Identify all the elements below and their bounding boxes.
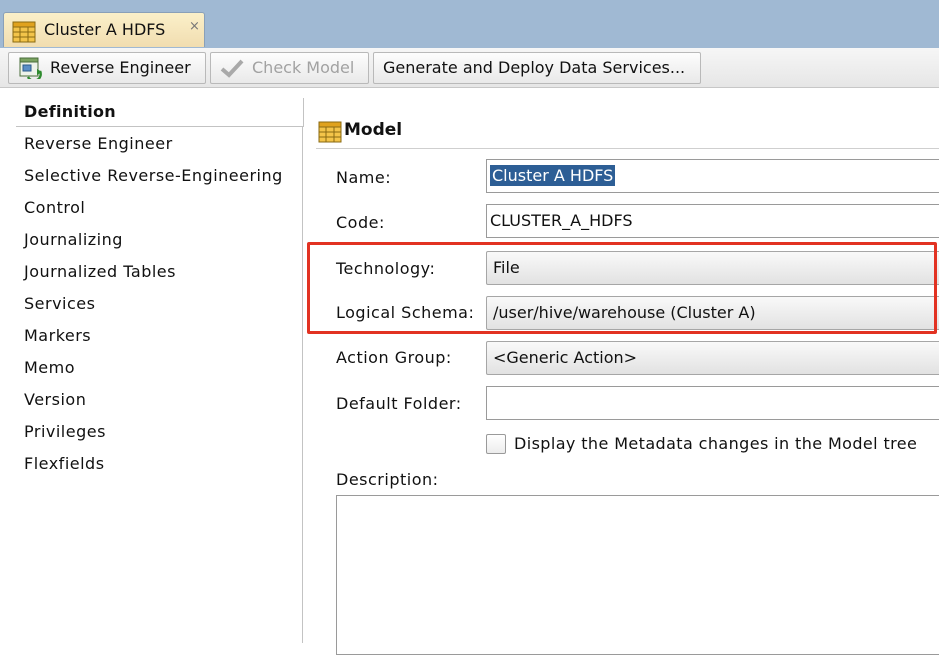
sidebar-item-markers[interactable]: Markers [24, 326, 91, 345]
tab-cluster-a-hdfs[interactable]: Cluster A HDFS × [3, 12, 205, 47]
reverse-engineer-label: Reverse Engineer [50, 58, 191, 77]
sidebar-item-flexfields[interactable]: Flexfields [24, 454, 105, 473]
default-folder-label: Default Folder: [336, 394, 462, 413]
name-input[interactable]: Cluster A HDFS [486, 159, 939, 193]
name-value: Cluster A HDFS [490, 165, 616, 186]
sidebar-item-services[interactable]: Services [24, 294, 95, 313]
check-model-button[interactable]: Check Model [210, 52, 369, 84]
check-model-label: Check Model [252, 58, 355, 77]
display-metadata-checkbox[interactable] [486, 434, 506, 454]
sidebar-item-selective-reverse-engineering[interactable]: Selective Reverse-Engineering [24, 166, 283, 185]
sidebar-item-privileges[interactable]: Privileges [24, 422, 106, 441]
sidebar-item-definition[interactable]: Definition [24, 102, 116, 121]
toolbar: Reverse Engineer Check Model Generate an… [0, 48, 939, 88]
sidebar-item-memo[interactable]: Memo [24, 358, 75, 377]
description-textarea[interactable] [336, 495, 939, 655]
sidebar-nav: Definition Reverse Engineer Selective Re… [16, 98, 304, 643]
sidebar-item-version[interactable]: Version [24, 390, 86, 409]
highlight-annotation-box [307, 242, 937, 334]
description-label: Description: [336, 470, 439, 489]
display-metadata-label: Display the Metadata changes in the Mode… [514, 434, 918, 453]
action-group-select[interactable]: <Generic Action> [486, 341, 939, 375]
code-value: CLUSTER_A_HDFS [490, 211, 633, 230]
reverse-engineer-button[interactable]: Reverse Engineer [8, 52, 206, 84]
editor-tab-bar: Cluster A HDFS × [0, 0, 939, 48]
name-label: Name: [336, 168, 392, 187]
reverse-engineer-icon [18, 57, 42, 89]
close-icon[interactable]: × [189, 19, 200, 34]
action-group-value: <Generic Action> [493, 348, 638, 367]
panel-title: Model [344, 120, 403, 140]
sidebar-item-journalizing[interactable]: Journalizing [24, 230, 123, 249]
code-label: Code: [336, 213, 385, 232]
checkmark-icon [220, 58, 244, 88]
tab-title: Cluster A HDFS [44, 20, 166, 39]
generate-deploy-label: Generate and Deploy Data Services... [383, 58, 686, 77]
model-table-icon [318, 121, 342, 147]
sidebar-item-journalized-tables[interactable]: Journalized Tables [24, 262, 176, 281]
generate-deploy-button[interactable]: Generate and Deploy Data Services... [373, 52, 701, 84]
action-group-label: Action Group: [336, 348, 452, 367]
sidebar-item-control[interactable]: Control [24, 198, 85, 217]
panel-divider [316, 148, 939, 149]
code-input[interactable]: CLUSTER_A_HDFS [486, 204, 939, 238]
sidebar-item-reverse-engineer[interactable]: Reverse Engineer [24, 134, 173, 153]
default-folder-input[interactable] [486, 386, 939, 420]
model-table-icon [12, 21, 36, 47]
